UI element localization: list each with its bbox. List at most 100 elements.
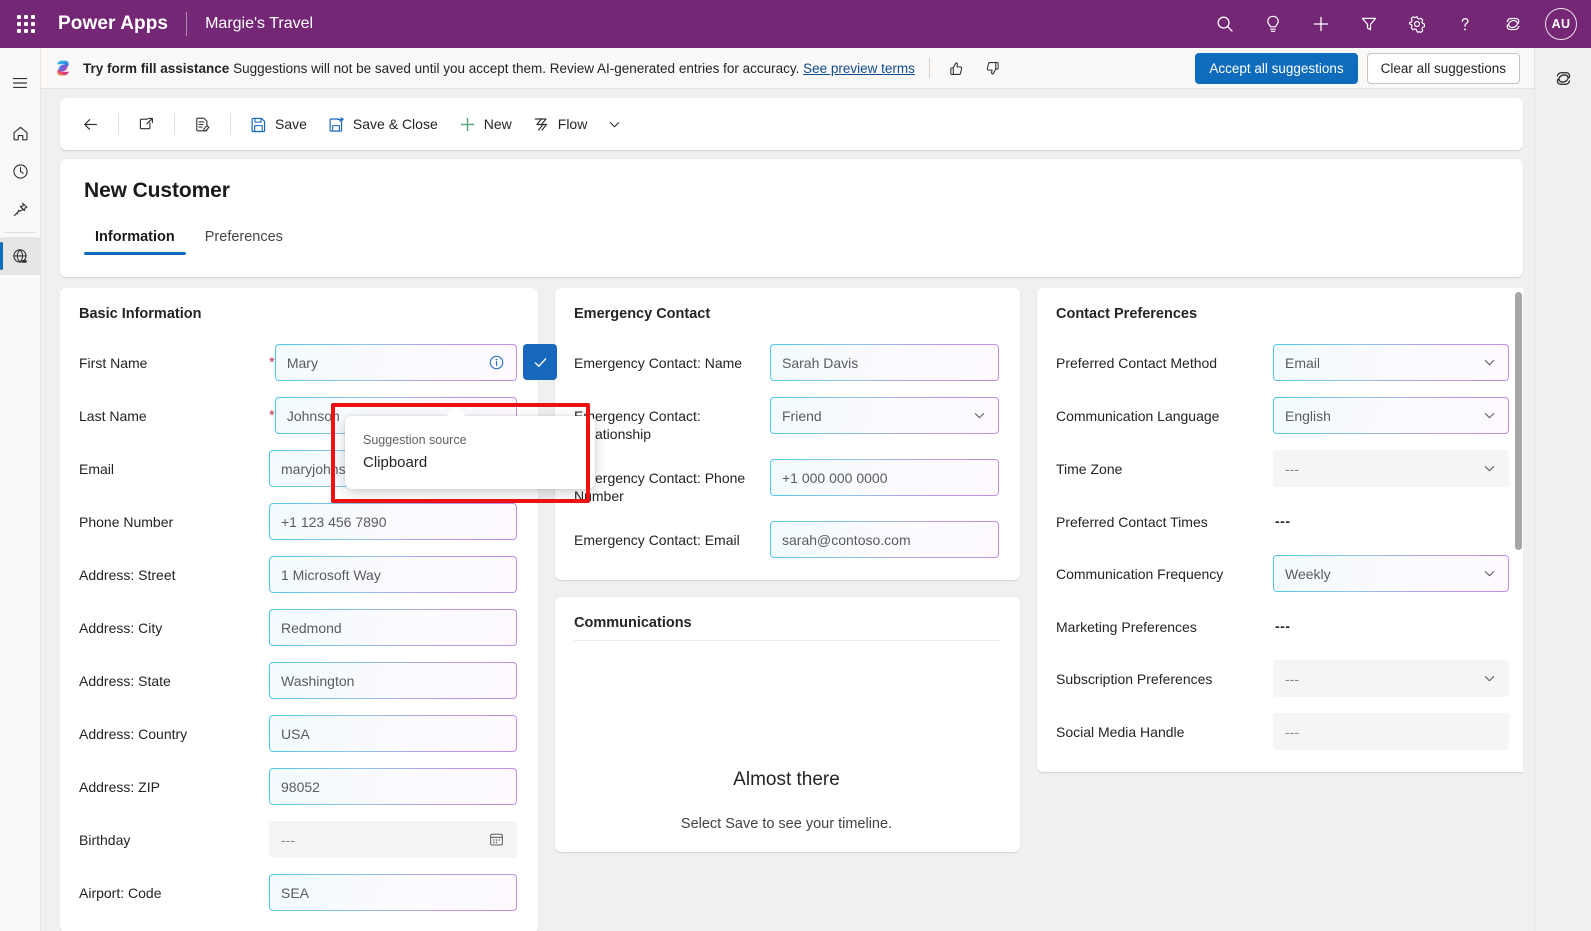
emergency-contact-email-input[interactable]: sarah@contoso.com bbox=[770, 521, 999, 558]
address-zip-input[interactable]: 98052 bbox=[269, 768, 517, 805]
open-in-new-window-button[interactable] bbox=[128, 106, 165, 142]
column-contact-preferences: Contact Preferences Preferred Contact Me… bbox=[1037, 288, 1523, 931]
left-navigation-rail bbox=[0, 48, 41, 931]
rail-divider bbox=[5, 232, 35, 233]
avatar[interactable]: AU bbox=[1545, 8, 1577, 40]
clear-all-suggestions-button[interactable]: Clear all suggestions bbox=[1367, 53, 1520, 84]
empty-state-title: Almost there bbox=[733, 769, 840, 791]
time-zone-select[interactable]: --- bbox=[1273, 450, 1509, 487]
sidebar-item-home[interactable] bbox=[0, 114, 41, 152]
form-columns: Basic Information First Name * Mary bbox=[60, 288, 1523, 931]
new-note-button[interactable] bbox=[184, 106, 221, 142]
save-button[interactable]: Save bbox=[240, 106, 316, 142]
banner-divider bbox=[929, 58, 930, 78]
address-country-input[interactable]: USA bbox=[269, 715, 517, 752]
calendar-icon bbox=[488, 831, 505, 848]
field-emergency-contact-name: Emergency Contact: Name Sarah Davis bbox=[574, 344, 999, 381]
new-button[interactable]: New bbox=[449, 106, 521, 142]
field-control: SEA bbox=[269, 874, 517, 911]
filter-button[interactable] bbox=[1347, 2, 1391, 46]
checkmark-icon bbox=[532, 354, 549, 371]
emergency-contact-relationship-select[interactable]: Friend bbox=[770, 397, 999, 434]
field-value: +1 000 000 0000 bbox=[782, 470, 987, 486]
address-street-input[interactable]: 1 Microsoft Way bbox=[269, 556, 517, 593]
preview-terms-link[interactable]: See preview terms bbox=[803, 61, 915, 76]
flow-dropdown-button[interactable] bbox=[598, 106, 631, 142]
subscription-preferences-select[interactable]: --- bbox=[1273, 660, 1509, 697]
section-title: Emergency Contact bbox=[574, 306, 999, 322]
field-value: Sarah Davis bbox=[782, 355, 987, 371]
search-icon bbox=[1215, 14, 1235, 34]
field-value: SEA bbox=[281, 885, 505, 901]
info-icon bbox=[488, 354, 505, 371]
page-content: Save Save & Close New bbox=[41, 89, 1534, 931]
search-button[interactable] bbox=[1203, 2, 1247, 46]
section-title: Communications bbox=[574, 615, 999, 641]
copilot-icon bbox=[1502, 13, 1524, 35]
field-emergency-contact-phone: Emergency Contact: Phone Number +1 000 0… bbox=[574, 459, 999, 505]
chevron-down-icon bbox=[1482, 355, 1497, 370]
form-header-card: New Customer Information Preferences bbox=[60, 159, 1523, 277]
timeline-empty-state: Almost there Select Save to see your tim… bbox=[574, 641, 999, 852]
field-label: Emergency Contact: Name bbox=[574, 344, 770, 372]
airport-code-input[interactable]: SEA bbox=[269, 874, 517, 911]
form-scrollbar-thumb[interactable] bbox=[1515, 292, 1522, 550]
field-first-name: First Name * Mary bbox=[79, 344, 517, 381]
copilot-header-button[interactable] bbox=[1491, 2, 1535, 46]
sidebar-item-recent[interactable] bbox=[0, 152, 41, 190]
birthday-input[interactable]: --- bbox=[269, 821, 517, 858]
accept-suggestion-button[interactable] bbox=[523, 344, 557, 380]
suggestion-info-button[interactable] bbox=[488, 354, 505, 371]
field-value: USA bbox=[281, 726, 505, 742]
brand-title[interactable]: Power Apps bbox=[58, 13, 168, 35]
field-address-city: Address: City Redmond bbox=[79, 609, 517, 646]
field-social-media-handle: Social Media Handle --- bbox=[1056, 713, 1509, 750]
thumbs-up-button[interactable] bbox=[944, 55, 970, 81]
field-label: Address: Street bbox=[79, 556, 265, 584]
date-picker-button[interactable] bbox=[488, 831, 505, 848]
tab-preferences[interactable]: Preferences bbox=[194, 224, 294, 255]
communication-language-select[interactable]: English bbox=[1273, 397, 1509, 434]
field-value: 98052 bbox=[281, 779, 505, 795]
sidebar-item-customers[interactable] bbox=[0, 237, 41, 275]
field-label: Last Name bbox=[79, 397, 265, 425]
field-value: --- bbox=[281, 832, 482, 848]
sidebar-item-hamburger[interactable] bbox=[0, 64, 41, 102]
field-value: sarah@contoso.com bbox=[782, 532, 987, 548]
field-value: Redmond bbox=[281, 620, 505, 636]
back-button[interactable] bbox=[72, 106, 109, 142]
preferred-contact-method-select[interactable]: Email bbox=[1273, 344, 1509, 381]
save-and-close-button[interactable]: Save & Close bbox=[318, 106, 447, 142]
field-phone-number: Phone Number +1 123 456 7890 bbox=[79, 503, 517, 540]
copilot-panel-button[interactable] bbox=[1543, 58, 1583, 98]
field-control: Sarah Davis bbox=[770, 344, 999, 381]
app-name[interactable]: Margie's Travel bbox=[205, 15, 313, 33]
assistant-button[interactable] bbox=[1251, 2, 1295, 46]
first-name-input[interactable]: Mary bbox=[275, 344, 517, 381]
field-preferred-contact-times: Preferred Contact Times --- bbox=[1056, 503, 1509, 539]
help-button[interactable] bbox=[1443, 2, 1487, 46]
field-emergency-contact-relationship: Emergency Contact: Relationship Friend bbox=[574, 397, 999, 443]
settings-button[interactable] bbox=[1395, 2, 1439, 46]
social-media-handle-input[interactable]: --- bbox=[1273, 713, 1509, 750]
phone-number-input[interactable]: +1 123 456 7890 bbox=[269, 503, 517, 540]
emergency-contact-phone-input[interactable]: +1 000 000 0000 bbox=[770, 459, 999, 496]
thumbs-down-icon bbox=[984, 60, 1001, 77]
address-state-input[interactable]: Washington bbox=[269, 662, 517, 699]
communication-frequency-select[interactable]: Weekly bbox=[1273, 555, 1509, 592]
flow-button[interactable]: Flow bbox=[523, 106, 597, 142]
emergency-contact-name-input[interactable]: Sarah Davis bbox=[770, 344, 999, 381]
quick-create-button[interactable] bbox=[1299, 2, 1343, 46]
home-icon bbox=[11, 124, 30, 143]
accept-all-suggestions-button[interactable]: Accept all suggestions bbox=[1195, 53, 1357, 84]
chevron-down-icon bbox=[1482, 566, 1497, 581]
section-contact-preferences: Contact Preferences Preferred Contact Me… bbox=[1037, 288, 1523, 772]
sidebar-item-pinned[interactable] bbox=[0, 190, 41, 228]
column-emergency-and-communications: Emergency Contact Emergency Contact: Nam… bbox=[555, 288, 1020, 931]
form-scrollbar[interactable] bbox=[1515, 292, 1522, 720]
address-city-input[interactable]: Redmond bbox=[269, 609, 517, 646]
app-launcher-button[interactable] bbox=[4, 2, 48, 46]
thumbs-down-button[interactable] bbox=[980, 55, 1006, 81]
tab-information[interactable]: Information bbox=[84, 224, 186, 255]
field-value: --- bbox=[1285, 724, 1497, 740]
